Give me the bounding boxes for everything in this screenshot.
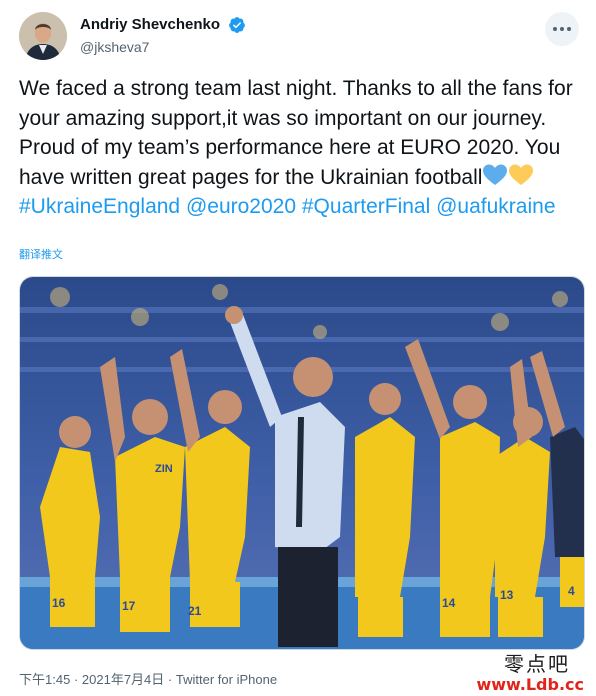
shirt-number-14: 14 — [442, 596, 456, 610]
team-photo: 16 ZIN 17 21 14 13 4 — [20, 277, 584, 649]
watermark-url: www.Ldb.cc — [476, 675, 584, 694]
verified-badge-icon — [228, 17, 245, 33]
tweet-source[interactable]: Twitter for iPhone — [176, 672, 277, 687]
shirt-number-21: 21 — [188, 604, 202, 618]
more-dot — [567, 27, 571, 31]
hashtag-quarter-final[interactable]: #QuarterFinal — [302, 195, 430, 218]
blue-heart-icon — [483, 164, 508, 185]
hashtag-ukraine-england[interactable]: #UkraineEngland — [19, 195, 180, 218]
tweet-photo[interactable]: 16 ZIN 17 21 14 13 4 — [19, 276, 585, 650]
tweet-meta: 下午1:45 · 2021年7月4日 · Twitter for iPhone — [19, 672, 277, 688]
tweet-date[interactable]: 2021年7月4日 — [82, 672, 164, 687]
tweet-time[interactable]: 下午1:45 — [19, 672, 70, 687]
shirt-number-16: 16 — [52, 596, 66, 610]
shirt-number-17: 17 — [122, 599, 136, 613]
meta-separator: · — [73, 672, 79, 687]
shirt-name-zin: ZIN — [155, 463, 173, 475]
author-display-name[interactable]: Andriy Shevchenko — [80, 15, 220, 35]
yellow-heart-icon — [509, 164, 534, 185]
mention-uafukraine[interactable]: @uafukraine — [436, 195, 555, 218]
tweet-header: Andriy Shevchenko @jksheva7 — [19, 12, 579, 60]
shirt-number-4: 4 — [568, 584, 575, 598]
author-names: Andriy Shevchenko @jksheva7 — [80, 15, 246, 57]
translate-tweet-link[interactable]: 翻译推文 — [19, 248, 63, 262]
mention-euro2020[interactable]: @euro2020 — [186, 195, 296, 218]
tweet-text: We faced a strong team last night. Thank… — [19, 74, 579, 222]
meta-separator-2: · — [167, 672, 173, 687]
watermark-chinese: 零点吧 — [504, 652, 570, 676]
shirt-number-13: 13 — [500, 588, 514, 602]
author-handle[interactable]: @jksheva7 — [80, 37, 246, 57]
more-dots-icon — [553, 27, 557, 31]
more-dot — [560, 27, 564, 31]
more-options-button[interactable] — [545, 12, 579, 46]
avatar[interactable] — [19, 12, 67, 60]
